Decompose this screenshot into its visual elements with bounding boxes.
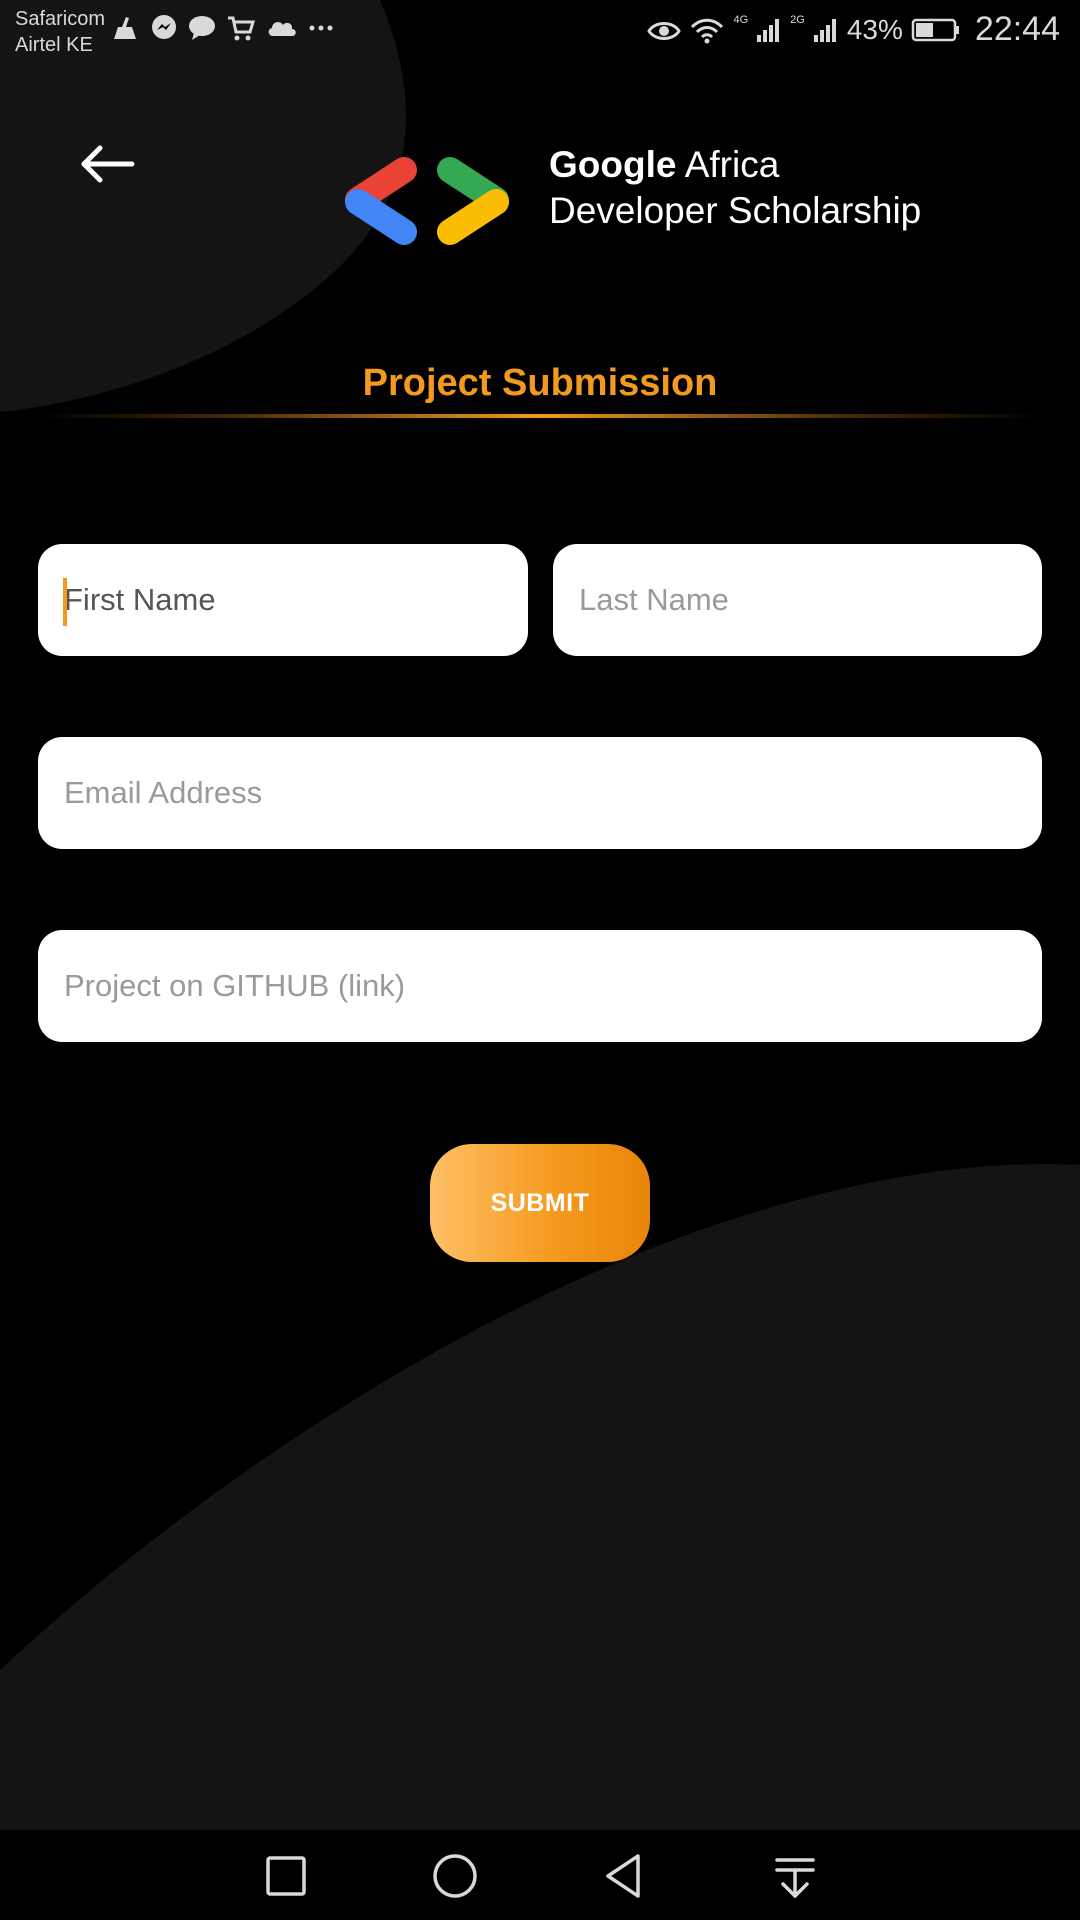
recents-square-icon[interactable] [258, 1848, 314, 1904]
brand-line-1: Google Africa [549, 142, 921, 188]
network-type-1: 4G [733, 13, 749, 26]
page-title: Project Submission [362, 362, 718, 404]
github-link-field[interactable] [38, 930, 1042, 1042]
brand-google: Google [549, 144, 677, 185]
status-indicators: 4G 2G 43% 22:44 [647, 10, 1060, 49]
cloud-icon [268, 22, 296, 36]
battery-icon [911, 18, 959, 41]
submit-button[interactable]: SUBMIT [430, 1144, 650, 1262]
github-link-input[interactable] [38, 930, 1042, 1042]
signal-strength-1-icon [757, 18, 780, 42]
last-name-input[interactable] [553, 544, 1042, 656]
brand-line-2: Developer Scholarship [549, 190, 922, 231]
carrier-info: Safaricom Airtel KE [15, 6, 105, 58]
battery-percent: 43% [846, 13, 903, 45]
cart-icon [228, 16, 256, 41]
carrier-1: Safaricom [15, 8, 106, 30]
notification-icons [110, 14, 334, 42]
system-nav-bar [0, 1830, 1080, 1920]
brand-africa: Africa [684, 144, 780, 185]
eye-comfort-icon [647, 21, 682, 40]
email-input[interactable] [38, 737, 1042, 849]
signal-strength-2-icon [813, 18, 836, 42]
last-name-field[interactable] [553, 544, 1042, 656]
status-bar: Safaricom Airtel KE 4G 2G 43% 22:44 [0, 0, 1080, 64]
title-divider [38, 414, 1042, 418]
gdg-logo-icon [345, 157, 509, 245]
notification-pulldown-icon[interactable] [767, 1848, 823, 1904]
app-screen: Safaricom Airtel KE 4G 2G 43% 22:44 Goog… [0, 0, 1080, 1920]
email-field[interactable] [38, 737, 1042, 849]
more-icon [309, 25, 333, 31]
home-circle-icon[interactable] [427, 1848, 483, 1904]
first-name-input[interactable] [38, 544, 528, 656]
status-clock: 22:44 [974, 10, 1060, 48]
brand-text: Google Africa Developer Scholarship [549, 142, 921, 234]
back-triangle-icon[interactable] [598, 1848, 654, 1904]
messenger-icon [152, 15, 176, 39]
network-type-2: 2G [790, 13, 805, 26]
carrier-2: Airtel KE [15, 34, 93, 56]
wifi-icon [691, 18, 724, 43]
chat-icon [189, 16, 215, 40]
text-cursor [63, 578, 67, 626]
cleaner-icon [114, 17, 136, 39]
first-name-field[interactable] [38, 544, 528, 656]
back-arrow-icon[interactable] [78, 142, 138, 186]
